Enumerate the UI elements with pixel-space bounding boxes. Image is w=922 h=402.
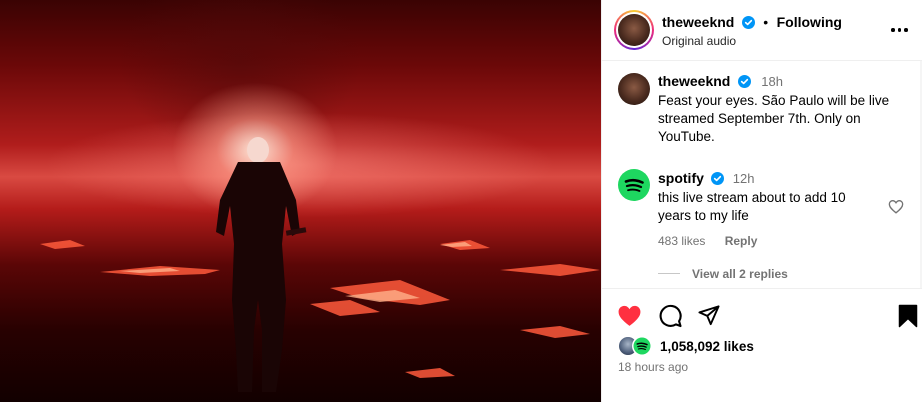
- comment-likes-count[interactable]: 483 likes: [658, 234, 705, 248]
- replies-divider: [658, 273, 680, 274]
- more-options-icon[interactable]: [891, 22, 911, 38]
- comment-author[interactable]: spotify: [658, 170, 704, 186]
- original-audio-link[interactable]: Original audio: [662, 34, 736, 48]
- post-media[interactable]: [0, 0, 601, 402]
- scene-illustration: [40, 137, 600, 392]
- share-icon[interactable]: [697, 304, 721, 327]
- verified-badge-icon: [711, 172, 725, 185]
- liker-avatars: [618, 336, 654, 356]
- following-button[interactable]: Following: [777, 14, 842, 30]
- likes-count[interactable]: 1,058,092 likes: [660, 339, 754, 354]
- comment-like-heart-icon[interactable]: [888, 199, 904, 214]
- post-timestamp[interactable]: 18 hours ago: [618, 360, 688, 374]
- comment-icon[interactable]: [658, 304, 683, 328]
- heart-icon[interactable]: [617, 304, 642, 327]
- caption-author[interactable]: theweeknd: [658, 73, 730, 89]
- reply-button[interactable]: Reply: [725, 234, 758, 248]
- verified-badge-icon: [741, 16, 755, 29]
- action-bar: [602, 290, 922, 342]
- view-replies-link[interactable]: View all 2 replies: [692, 267, 788, 281]
- separator-dot: •: [763, 14, 769, 30]
- spotify-logo-icon[interactable]: [618, 169, 650, 201]
- comments-list[interactable]: theweeknd 18h Feast your eyes. São Paulo…: [602, 61, 922, 289]
- comment-text: this live stream about to add 10 years t…: [658, 190, 846, 223]
- verified-badge-icon: [737, 75, 751, 88]
- caption-time[interactable]: 18h: [761, 74, 783, 89]
- post-side-panel: theweeknd • Following Original audio the…: [601, 0, 922, 402]
- author-username[interactable]: theweeknd: [662, 14, 734, 30]
- caption-text: Feast your eyes. São Paulo will be live …: [658, 93, 890, 144]
- caption-author-avatar[interactable]: [618, 73, 650, 105]
- author-avatar[interactable]: [614, 10, 654, 50]
- spotify-logo-icon[interactable]: [632, 336, 652, 356]
- comment-time[interactable]: 12h: [733, 171, 755, 186]
- bookmark-icon[interactable]: [898, 304, 918, 328]
- post-header: theweeknd • Following Original audio: [602, 0, 922, 61]
- likes-summary: 1,058,092 likes: [618, 336, 754, 356]
